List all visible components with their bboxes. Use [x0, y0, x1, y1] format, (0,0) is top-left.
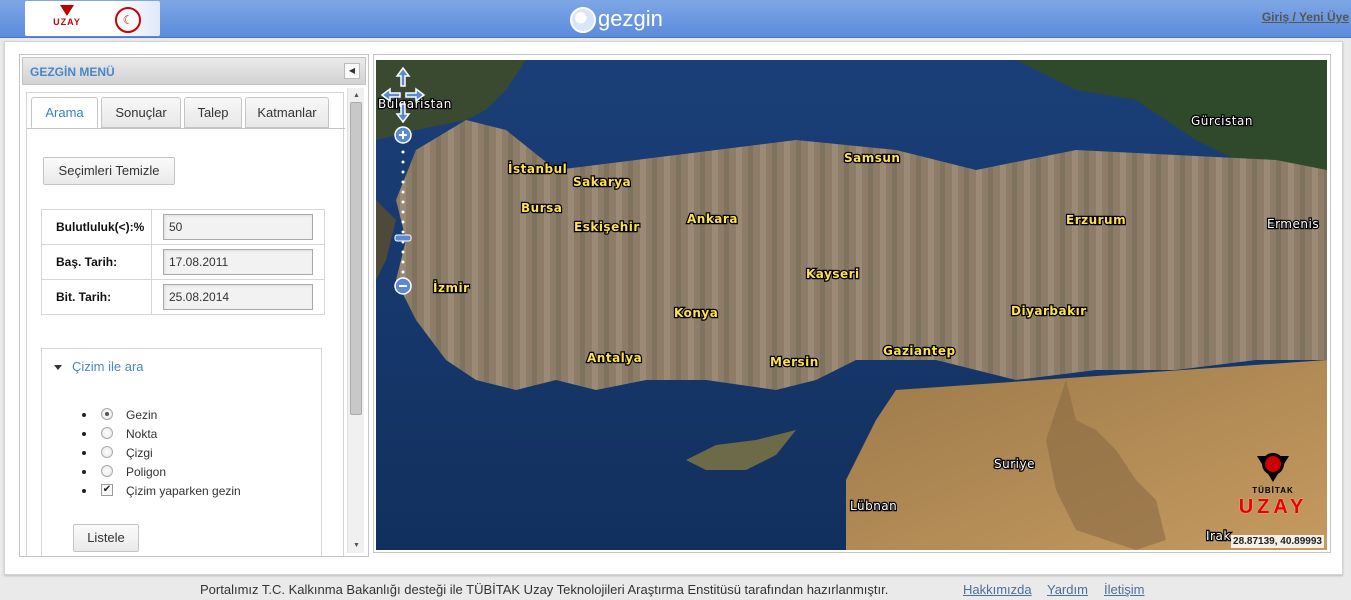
radio-poligon[interactable] — [101, 465, 113, 477]
country-label: Ermenis — [1267, 217, 1319, 231]
tubitak-logo: UZAY — [50, 5, 84, 35]
list-item: Nokta — [82, 426, 241, 445]
city-label: Bursa — [521, 201, 562, 215]
tab-sonuclar[interactable]: Sonuçlar — [101, 97, 181, 128]
start-date-label: Baş. Tarih: — [41, 244, 152, 280]
scroll-up-icon[interactable]: ▲ — [349, 88, 364, 103]
zoom-in-icon[interactable] — [394, 126, 412, 144]
clear-selections-button[interactable]: Seçimleri Temizle — [43, 157, 175, 185]
radio-gezin[interactable] — [101, 408, 113, 420]
end-date-input[interactable]: 25.08.2014 — [163, 284, 313, 310]
city-label: Kayseri — [806, 267, 860, 281]
list-item: Gezin — [82, 407, 241, 426]
about-link[interactable]: Hakkımızda — [963, 580, 1032, 600]
contact-link[interactable]: İletişim — [1104, 580, 1144, 600]
zoom-out-icon[interactable] — [394, 277, 412, 295]
list-item: Çizgi — [82, 445, 241, 464]
city-label: Konya — [674, 306, 718, 320]
pan-right-icon[interactable] — [405, 87, 426, 103]
map-labels: İstanbul Sakarya Bursa Eskişehir Ankara Samsu… — [377, 96, 1320, 545]
pan-up-icon[interactable] — [395, 66, 411, 87]
coordinate-readout: 28.87139, 40.89993 — [1231, 535, 1324, 548]
login-register-link[interactable]: Giriş / Yeni Üye — [1262, 10, 1349, 24]
city-label: İstanbul — [508, 161, 567, 176]
draw-search-section: Çizim ile ara Gezin Nokta Çizgi Poligon … — [41, 348, 322, 556]
footer: Portalımız T.C. Kalkınma Bakanlığı deste… — [0, 580, 1351, 600]
city-label: Sakarya — [573, 175, 631, 189]
city-label: Ankara — [687, 212, 738, 226]
start-date-input[interactable]: 17.08.2011 — [163, 249, 313, 275]
table-row: Bulutluluk(<):% 50 — [41, 209, 325, 245]
city-label: Samsun — [844, 151, 900, 165]
menu-scrollbar[interactable]: ▲ ▼ — [347, 88, 364, 553]
city-label: Mersin — [770, 355, 819, 369]
tab-arama[interactable]: Arama — [31, 97, 98, 128]
city-label: Eskişehir — [574, 220, 640, 234]
zoom-slider-handle[interactable] — [394, 234, 412, 242]
option-label: Nokta — [126, 427, 158, 441]
city-label: Antalya — [587, 351, 642, 365]
footer-text: Portalımız T.C. Kalkınma Bakanlığı deste… — [200, 582, 889, 597]
globe-icon — [570, 7, 596, 34]
option-label: Çizim yaparken gezin — [126, 484, 241, 498]
option-label: Çizgi — [126, 446, 153, 460]
country-label: Lübnan — [850, 499, 897, 513]
city-label: Diyarbakır — [1011, 304, 1087, 318]
country-label: Gürcistan — [1191, 114, 1253, 128]
filter-table: Bulutluluk(<):% 50 Baş. Tarih: 17.08.201… — [41, 209, 325, 315]
list-button[interactable]: Listele — [73, 524, 139, 552]
draw-options-list: Gezin Nokta Çizgi Poligon ✔ Çizim yaparke… — [82, 407, 241, 502]
map-frame: İstanbul Sakarya Bursa Eskişehir Ankara Samsu… — [373, 54, 1331, 553]
table-row: Bit. Tarih: 25.08.2014 — [41, 279, 325, 315]
main-container: GEZGİN MENÜ ◀ Arama Sonuçlar Talep Katma… — [4, 41, 1343, 575]
option-label: Poligon — [126, 465, 167, 479]
table-row: Baş. Tarih: 17.08.2011 — [41, 244, 325, 280]
tab-talep[interactable]: Talep — [184, 97, 242, 128]
collapse-panel-button[interactable]: ◀ — [344, 63, 360, 79]
option-label: Gezin — [126, 408, 158, 422]
zoom-slider[interactable] — [394, 150, 412, 274]
city-label: Erzurum — [1066, 213, 1126, 227]
scroll-down-icon[interactable]: ▼ — [349, 538, 364, 553]
cloud-input[interactable]: 50 — [163, 214, 313, 240]
list-item: Poligon — [82, 464, 241, 483]
brand-logo[interactable]: gezgin — [570, 2, 663, 36]
country-label: Irak — [1206, 529, 1231, 543]
tubitak-uzay-logo: TÜBİTAK UZAY — [1234, 453, 1312, 528]
radio-nokta[interactable] — [101, 427, 113, 439]
brand-name: gezgin — [598, 6, 663, 31]
menu-panel: GEZGİN MENÜ ◀ Arama Sonuçlar Talep Katma… — [19, 54, 369, 557]
tab-divider — [27, 128, 345, 129]
list-item: ✔ Çizim yaparken gezin — [82, 483, 241, 502]
radio-cizgi[interactable] — [101, 446, 113, 458]
menu-header: GEZGİN MENÜ ◀ — [22, 57, 366, 85]
country-label: Suriye — [994, 457, 1035, 471]
tab-katmanlar[interactable]: Katmanlar — [245, 97, 329, 128]
cloud-label: Bulutluluk(<):% — [41, 209, 152, 245]
ministry-logo: ☾ — [115, 7, 141, 33]
caret-down-icon — [54, 365, 62, 371]
top-header: UZAY ☾ gezgin Giriş / Yeni Üye — [0, 0, 1351, 38]
help-link[interactable]: Yardım — [1047, 580, 1088, 600]
city-label: Gaziantep — [883, 344, 956, 358]
satellite-map[interactable]: İstanbul Sakarya Bursa Eskişehir Ankara Samsu… — [376, 60, 1327, 550]
pan-left-icon[interactable] — [380, 87, 401, 103]
map-nav-control — [380, 66, 426, 295]
draw-search-heading: Çizim ile ara — [72, 359, 144, 374]
end-date-label: Bit. Tarih: — [41, 279, 152, 315]
draw-search-toggle[interactable]: Çizim ile ara — [54, 359, 144, 374]
tab-container: Arama Sonuçlar Talep Katmanlar Seçimleri… — [26, 92, 345, 556]
scroll-thumb[interactable] — [350, 102, 362, 415]
pan-down-icon[interactable] — [395, 103, 411, 124]
partner-logos: UZAY ☾ — [25, 1, 160, 36]
city-label: İzmir — [433, 280, 469, 295]
menu-title: GEZGİN MENÜ — [30, 65, 115, 79]
checkbox-draw-pan[interactable]: ✔ — [101, 484, 113, 496]
